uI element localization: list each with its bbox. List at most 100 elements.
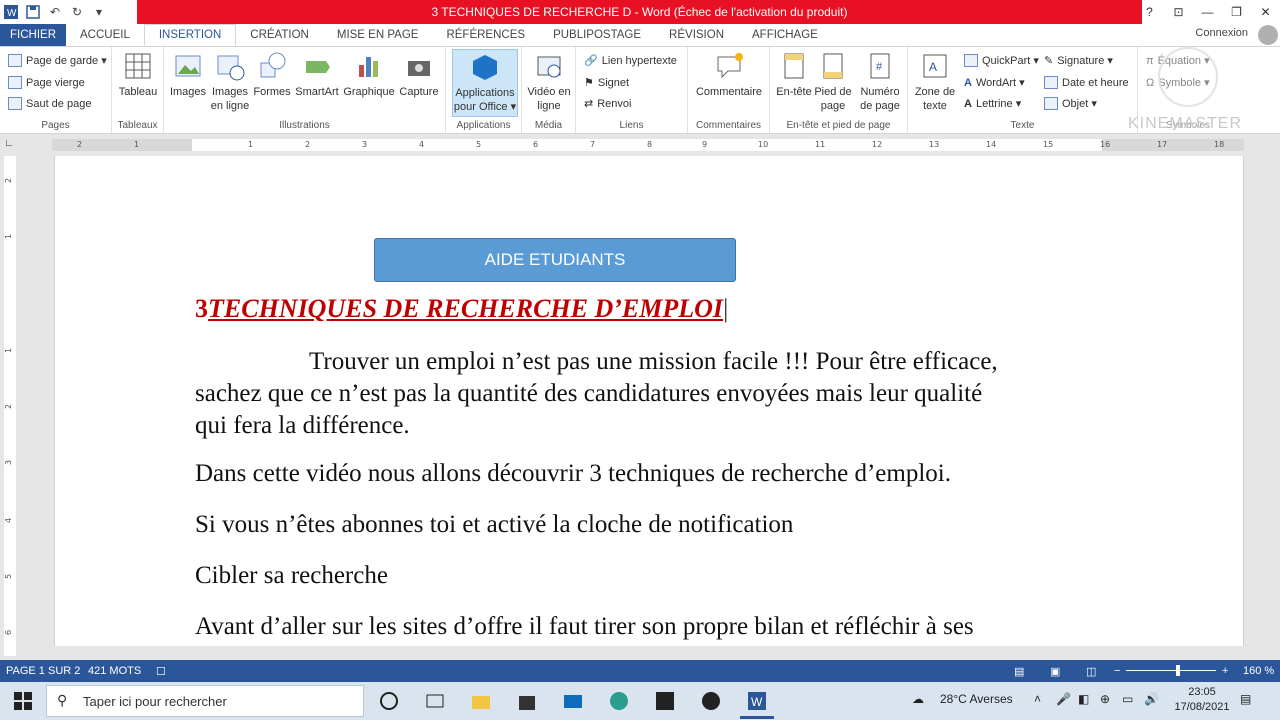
cross-reference-button[interactable]: ⇄ Renvoi (584, 97, 631, 111)
quickpart-button[interactable]: QuickPart ▾ (964, 54, 1039, 67)
restore-button[interactable]: ❐ (1222, 0, 1251, 24)
tab-references[interactable]: RÉFÉRENCES (432, 24, 539, 46)
shapes-button[interactable]: Formes (252, 51, 292, 99)
edge-icon[interactable] (608, 690, 630, 712)
office-apps-button[interactable]: Applications pour Office ▾ (452, 49, 518, 117)
weather-text[interactable]: 28°C Averses (940, 692, 1013, 706)
weather-icon[interactable]: ☁ (912, 692, 924, 706)
minimize-button[interactable]: — (1193, 0, 1222, 24)
document-heading[interactable]: 3TECHNIQUES DE RECHERCHE D’EMPLOI| (195, 294, 728, 324)
notification-icon[interactable]: ▤ (1240, 692, 1251, 706)
tab-accueil[interactable]: ACCUEIL (66, 24, 144, 46)
file-explorer-icon[interactable] (470, 690, 492, 712)
tray-chevron-icon[interactable]: ˄ (1034, 692, 1041, 706)
tab-mise-en-page[interactable]: MISE EN PAGE (323, 24, 433, 46)
proofing-icon[interactable]: ☐ (156, 665, 166, 678)
word-taskbar-icon[interactable]: W (746, 690, 768, 712)
screenshot-button[interactable]: Capture (396, 51, 442, 99)
images-button[interactable]: Images (168, 51, 208, 99)
save-icon[interactable] (22, 1, 44, 23)
online-images-button[interactable]: Images en ligne (208, 51, 252, 113)
chart-button[interactable]: Graphique (342, 51, 396, 99)
page-break-button[interactable]: Saut de page (8, 97, 91, 110)
paragraph-intro-cont[interactable]: sachez que ce n’est pas la quantité des … (195, 378, 1095, 442)
paragraph-video[interactable]: Dans cette vidéo nous allons découvrir 3… (195, 458, 1095, 490)
comment-button[interactable]: Commentaire (692, 51, 766, 99)
ribbon-display-button[interactable]: ⊡ (1164, 0, 1193, 24)
taskbar-search-input[interactable]: ⚲ Taper ici pour rechercher (46, 685, 364, 717)
signin-link[interactable]: Connexion (1195, 27, 1248, 39)
smartart-label: SmartArt (295, 86, 339, 98)
tab-affichage[interactable]: AFFICHAGE (738, 24, 832, 46)
vertical-ruler[interactable]: 2 1 1 2 3 4 5 6 (4, 156, 16, 656)
zoom-slider-thumb[interactable] (1176, 665, 1180, 676)
tab-revision[interactable]: RÉVISION (655, 24, 738, 46)
cover-page-button[interactable]: Page de garde ▾ (8, 54, 107, 67)
date-time-button[interactable]: Date et heure (1044, 76, 1129, 89)
group-pages: Page de garde ▾ Page vierge Saut de page… (0, 47, 112, 133)
read-mode-icon[interactable]: ▤ (1014, 665, 1024, 678)
paragraph-before[interactable]: Avant d’aller sur les sites d’offre il f… (195, 611, 1095, 643)
object-label: Objet ▾ (1062, 98, 1097, 110)
word-count[interactable]: 421 MOTS (88, 665, 141, 677)
tab-creation[interactable]: CRÉATION (236, 24, 323, 46)
store-icon[interactable] (516, 690, 538, 712)
page-count[interactable]: PAGE 1 SUR 2 (6, 665, 80, 677)
tab-fichier[interactable]: FICHIER (0, 24, 66, 46)
task-view-icon[interactable] (424, 690, 446, 712)
wordart-button[interactable]: A WordArt ▾ (964, 76, 1025, 90)
tray-app-icon[interactable]: ◧ (1078, 692, 1089, 706)
clock[interactable]: 23:05 17/08/2021 (1172, 685, 1232, 715)
footer-button[interactable]: Pied de page (812, 51, 854, 113)
online-video-button[interactable]: Vidéo en ligne (526, 51, 572, 113)
close-button[interactable]: ✕ (1251, 0, 1280, 24)
horizontal-ruler[interactable]: 2 1 1 2 3 4 5 6 7 8 9 10 11 12 13 14 15 … (52, 139, 1244, 151)
print-layout-icon[interactable]: ▣ (1050, 665, 1060, 678)
tab-publipostage[interactable]: PUBLIPOSTAGE (539, 24, 655, 46)
zoom-level[interactable]: 160 % (1243, 665, 1274, 677)
group-apps: Applications pour Office ▾ Applications (446, 47, 522, 133)
header-button[interactable]: En-tête (774, 51, 814, 99)
scroll-banner[interactable]: AIDE ETUDIANTS (374, 238, 736, 282)
table-label: Tableau (118, 86, 158, 98)
dropcap-button[interactable]: A Lettrine ▾ (964, 97, 1021, 111)
customize-qat-icon[interactable]: ▾ (88, 1, 110, 23)
undo-icon[interactable]: ↶ (44, 1, 66, 23)
search-placeholder: Taper ici pour rechercher (83, 693, 227, 709)
signature-button[interactable]: ✎ Signature ▾ (1044, 54, 1113, 67)
office-apps-label: Applications pour Office ▾ (453, 87, 517, 113)
tab-insertion[interactable]: INSERTION (143, 24, 237, 46)
help-button[interactable]: ? (1135, 0, 1164, 24)
redo-icon[interactable]: ↻ (66, 1, 88, 23)
web-layout-icon[interactable]: ◫ (1086, 665, 1096, 678)
hyperlink-button[interactable]: 🔗 Lien hypertexte (584, 54, 677, 68)
network-icon[interactable]: ⊕ (1100, 692, 1110, 706)
app-icon[interactable] (654, 690, 676, 712)
smartart-button[interactable]: SmartArt (292, 51, 342, 99)
vruler-tick: 6 (4, 629, 14, 636)
text-box-button[interactable]: A Zone de texte (912, 51, 958, 113)
zoom-slider[interactable] (1126, 670, 1216, 671)
microphone-icon[interactable]: 🎤 (1056, 692, 1071, 706)
bookmark-button[interactable]: ⚑ Signet (584, 76, 629, 90)
group-label-pages: Pages (41, 120, 70, 131)
paragraph-intro[interactable]: Trouver un emploi n’est pas une mission … (195, 346, 1095, 378)
watermark-logo (1158, 47, 1218, 107)
tab-selector-icon[interactable]: ∟ (4, 138, 18, 152)
cortana-icon[interactable] (380, 692, 398, 710)
paragraph-target[interactable]: Cibler sa recherche (195, 560, 1095, 592)
paragraph-subscribe[interactable]: Si vous n’êtes abonnes toi et activé la … (195, 509, 1095, 541)
zoom-in-icon[interactable]: + (1222, 665, 1228, 677)
page-number-button[interactable]: # Numéro de page (856, 51, 904, 113)
object-button[interactable]: Objet ▾ (1044, 97, 1097, 110)
mail-icon[interactable] (562, 690, 584, 712)
zoom-out-icon[interactable]: − (1114, 665, 1120, 677)
windows-start-icon[interactable] (12, 690, 34, 712)
obs-icon[interactable] (700, 690, 722, 712)
battery-icon[interactable]: ▭ (1122, 692, 1133, 706)
avatar[interactable] (1258, 25, 1278, 45)
table-button[interactable]: Tableau (118, 51, 158, 99)
ruler-tick: 13 (929, 140, 940, 149)
volume-icon[interactable]: 🔊 (1144, 692, 1159, 706)
blank-page-button[interactable]: Page vierge (8, 76, 85, 89)
